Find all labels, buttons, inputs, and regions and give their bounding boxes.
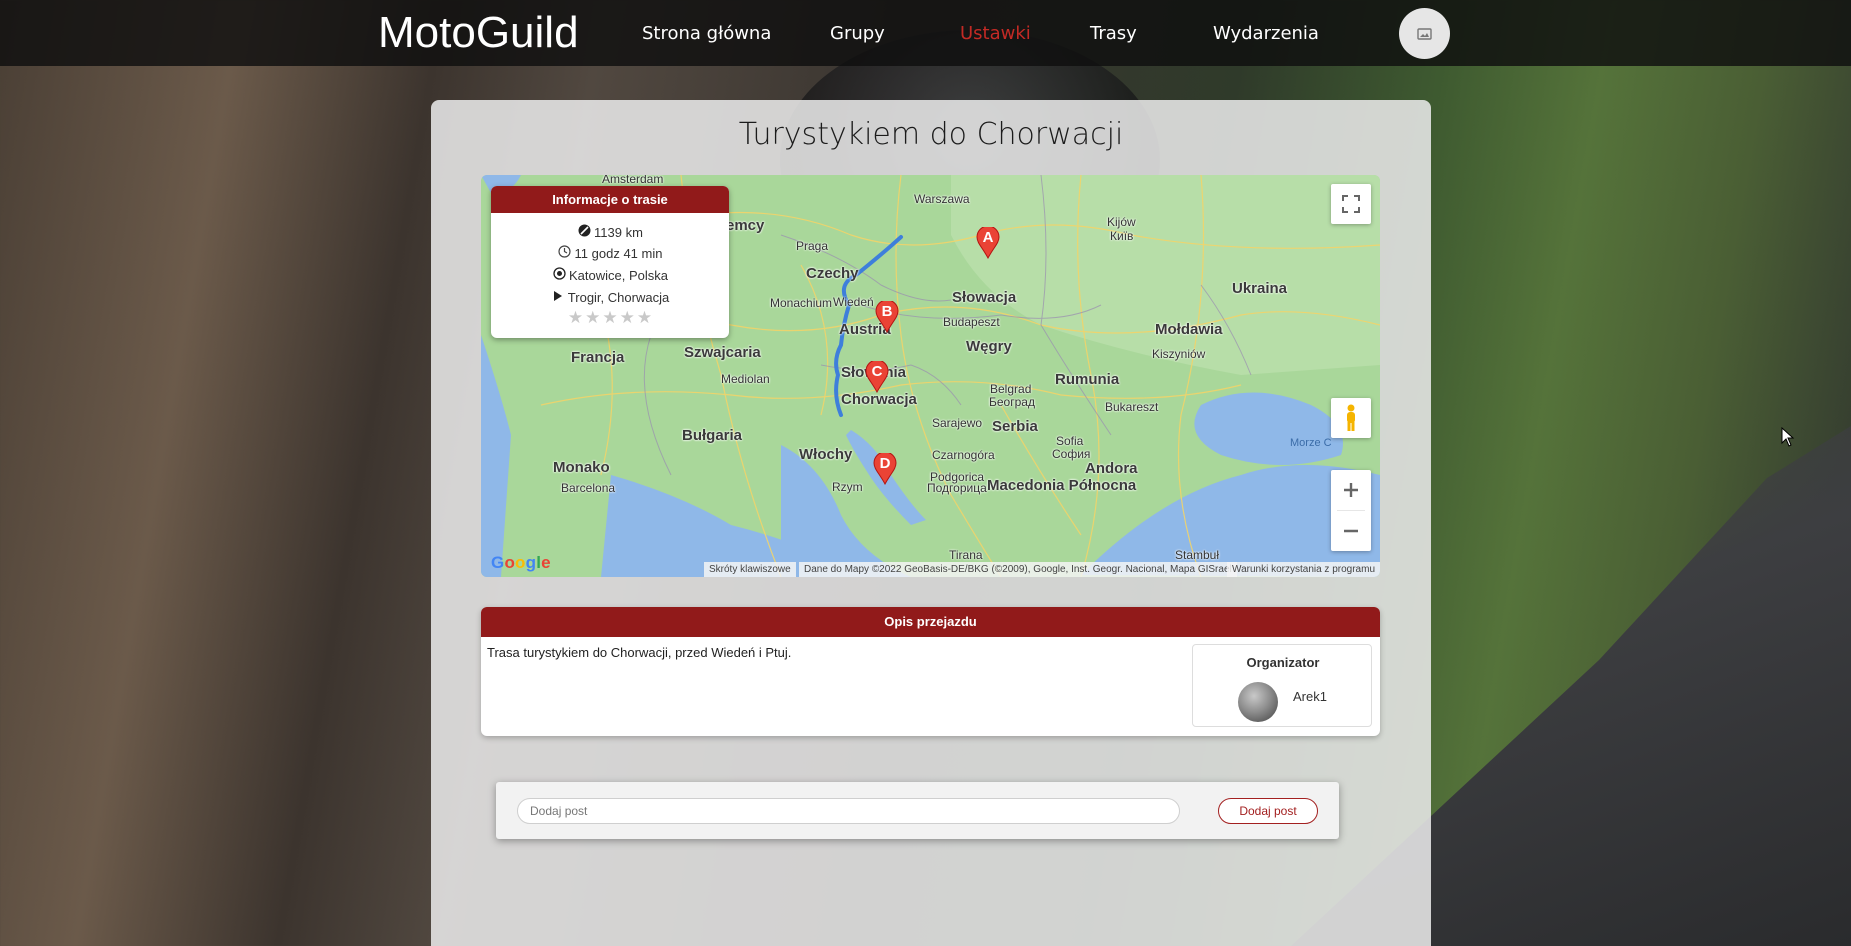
star-icon[interactable]: ★ <box>585 308 600 328</box>
map-city-label: Подгорица <box>927 481 987 495</box>
map-city-label: Stambuł <box>1175 548 1220 562</box>
clock-icon <box>558 245 572 261</box>
route-start: Katowice, Polska <box>491 267 729 283</box>
map-city-label: Budapeszt <box>943 315 1000 329</box>
map-city-label: Barcelona <box>561 481 616 495</box>
map-city-label: Warszawa <box>914 192 970 206</box>
map-city-label: Kiszyniów <box>1152 347 1206 361</box>
star-icon[interactable]: ★ <box>602 308 617 328</box>
star-icon[interactable]: ★ <box>568 308 583 328</box>
map-zoom-control <box>1331 470 1371 551</box>
pegman-icon <box>1347 404 1355 431</box>
nav-link-home[interactable]: Strona główna <box>642 23 771 44</box>
map-zoom-out-button[interactable] <box>1331 511 1371 551</box>
map-city-label: Czarnogóra <box>932 448 995 462</box>
nav-link-events[interactable]: Wydarzenia <box>1213 23 1319 44</box>
map-city-label: Bukareszt <box>1105 400 1159 414</box>
map-city-label: Sofia <box>1056 434 1084 448</box>
star-icon[interactable]: ★ <box>620 308 635 328</box>
map-zoom-in-button[interactable] <box>1331 470 1371 510</box>
map-city-label: Київ <box>1110 229 1134 243</box>
add-post-button[interactable]: Dodaj post <box>1218 798 1318 824</box>
map-country-label: Słowacja <box>952 289 1017 306</box>
distance-icon <box>577 224 591 240</box>
map-city-label: Rzym <box>832 480 863 494</box>
map-city-label: Sarajewo <box>932 416 983 430</box>
route-marker-b[interactable]: B <box>875 299 899 334</box>
map-city-label: Kijów <box>1107 215 1136 229</box>
route-info-title: Informacje o trasie <box>491 186 729 213</box>
map-terms-link[interactable]: Warunki korzystania z programu <box>1227 562 1380 577</box>
page-title: Turystykiem do Chorwacji <box>738 117 1124 152</box>
post-input[interactable] <box>517 798 1180 824</box>
map-country-label: Bułgaria <box>682 427 743 444</box>
map-city-label: Praga <box>796 239 829 253</box>
map-streetview-button[interactable] <box>1331 398 1371 438</box>
route-marker-a[interactable]: A <box>976 225 1000 260</box>
star-icon[interactable]: ★ <box>637 308 652 328</box>
map-country-label: Ukraina <box>1232 280 1288 297</box>
post-composer: Dodaj post <box>496 782 1339 839</box>
map-city-label: София <box>1052 447 1091 461</box>
route-distance: 1139 km <box>491 224 729 240</box>
user-avatar-button[interactable] <box>1399 8 1450 59</box>
ride-description-panel: Opis przejazdu Trasa turystykiem do Chor… <box>481 607 1380 736</box>
route-duration: 11 godz 41 min <box>491 245 729 261</box>
nav-link-groups[interactable]: Grupy <box>830 23 885 44</box>
start-point-icon <box>552 267 566 283</box>
map-country-label: Andora <box>1085 460 1138 477</box>
play-icon <box>551 290 565 305</box>
map-country-label: Rumunia <box>1055 371 1120 388</box>
map-country-label: Włochy <box>799 446 853 463</box>
map-city-label: Mediolan <box>721 372 770 386</box>
zoom-out-icon <box>1344 529 1358 533</box>
map-sea-label: Morze C <box>1290 437 1332 449</box>
map-country-label: Serbia <box>992 418 1038 435</box>
ride-description-title: Opis przejazdu <box>481 607 1380 637</box>
map-country-label: Węgry <box>966 338 1012 355</box>
organizer-label: Organizator <box>1246 655 1320 670</box>
route-marker-c[interactable]: C <box>865 359 889 394</box>
image-icon <box>1416 27 1432 40</box>
map-city-label: Belgrad <box>990 382 1032 396</box>
map-country-label: Szwajcaria <box>684 344 761 361</box>
organizer-name[interactable]: Arek1 <box>1293 689 1327 704</box>
mouse-cursor-icon <box>1781 427 1795 447</box>
logo[interactable]: MotoGuild <box>378 10 579 56</box>
map-city-label: Monachium <box>770 296 833 310</box>
map-city-label: Amsterdam <box>602 175 664 186</box>
map-city-label: Tirana <box>949 548 983 562</box>
route-end: Trogir, Chorwacja <box>491 290 729 305</box>
fullscreen-icon <box>1342 195 1360 213</box>
map-country-label: Czechy <box>806 265 859 282</box>
zoom-in-icon <box>1344 483 1358 497</box>
map-country-label: Francja <box>571 349 625 366</box>
avatar[interactable] <box>1238 682 1278 722</box>
nav-link-meetups[interactable]: Ustawki <box>960 23 1031 44</box>
map-country-label: Monako <box>553 459 610 476</box>
map-country-label: Macedonia Północna <box>987 477 1137 494</box>
route-info-box: Informacje o trasie 1139 km 11 godz 41 m… <box>491 186 729 338</box>
route-rating[interactable]: ★ ★ ★ ★ ★ <box>491 308 729 328</box>
route-marker-d[interactable]: D <box>873 451 897 486</box>
ride-description-text: Trasa turystykiem do Chorwacji, przed Wi… <box>487 645 792 660</box>
google-logo[interactable]: Google <box>491 553 551 573</box>
top-nav: MotoGuild Strona główna Grupy Ustawki Tr… <box>0 0 1851 66</box>
map-city-label: Wiedeń <box>833 295 874 309</box>
map-country-label: Chorwacja <box>841 391 917 408</box>
map-attribution: Dane do Mapy ©2022 GeoBasis-DE/BKG (©200… <box>799 562 1237 577</box>
map-fullscreen-button[interactable] <box>1331 184 1371 224</box>
map-country-label: Mołdawia <box>1155 321 1223 338</box>
map-city-label: Београд <box>989 395 1035 409</box>
nav-link-routes[interactable]: Trasy <box>1090 23 1137 44</box>
map-keyboard-shortcuts-link[interactable]: Skróty klawiszowe <box>704 562 796 577</box>
organizer-card: Organizator Arek1 <box>1192 644 1372 727</box>
